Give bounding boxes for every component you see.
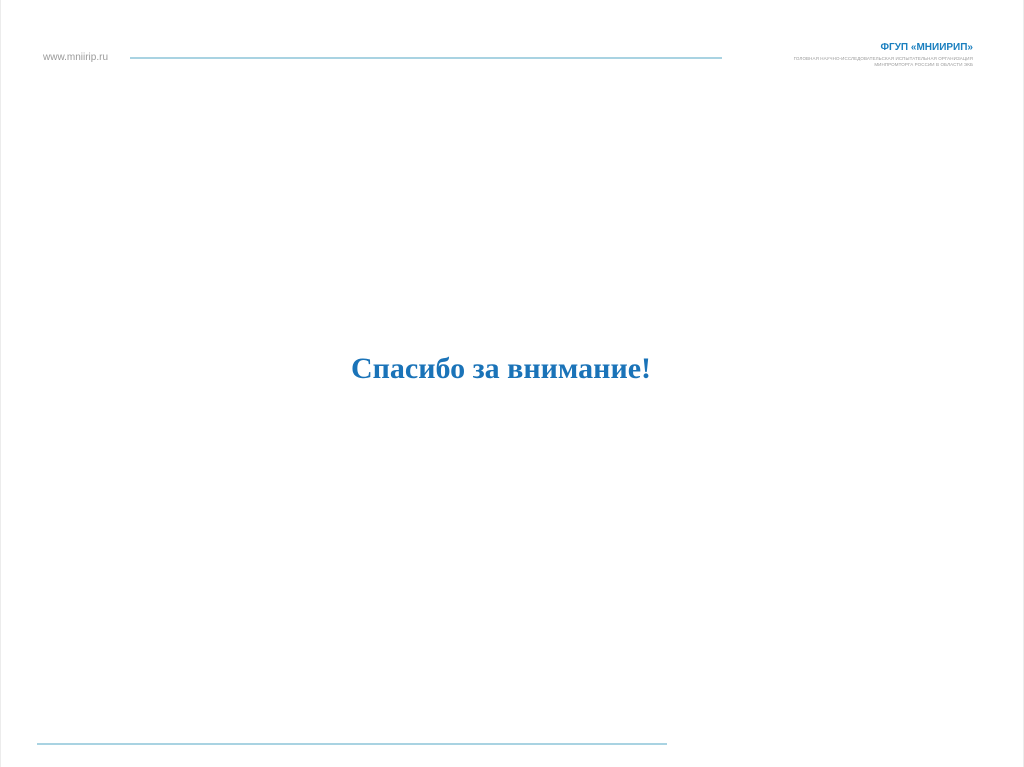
organization-logo-block: ФГУП «МНИИРИП» ГОЛОВНАЯ НАУЧНО-ИССЛЕДОВА… [794,42,973,68]
presentation-slide: www.mniirip.ru ФГУП «МНИИРИП» ГОЛОВНАЯ Н… [0,0,1024,767]
organization-description-line-2: МИНПРОМТОРГА РОССИИ В ОБЛАСТИ ЭКБ [874,62,973,67]
organization-name: ФГУП «МНИИРИП» [880,42,974,53]
thank-you-message: Спасибо за внимание! [350,352,652,385]
organization-description: ГОЛОВНАЯ НАУЧНО-ИССЛЕДОВАТЕЛЬСКАЯ ИСПЫТА… [794,56,973,68]
header-divider [130,57,722,59]
site-url: www.mniirip.ru [43,52,109,63]
footer-divider [37,743,667,745]
